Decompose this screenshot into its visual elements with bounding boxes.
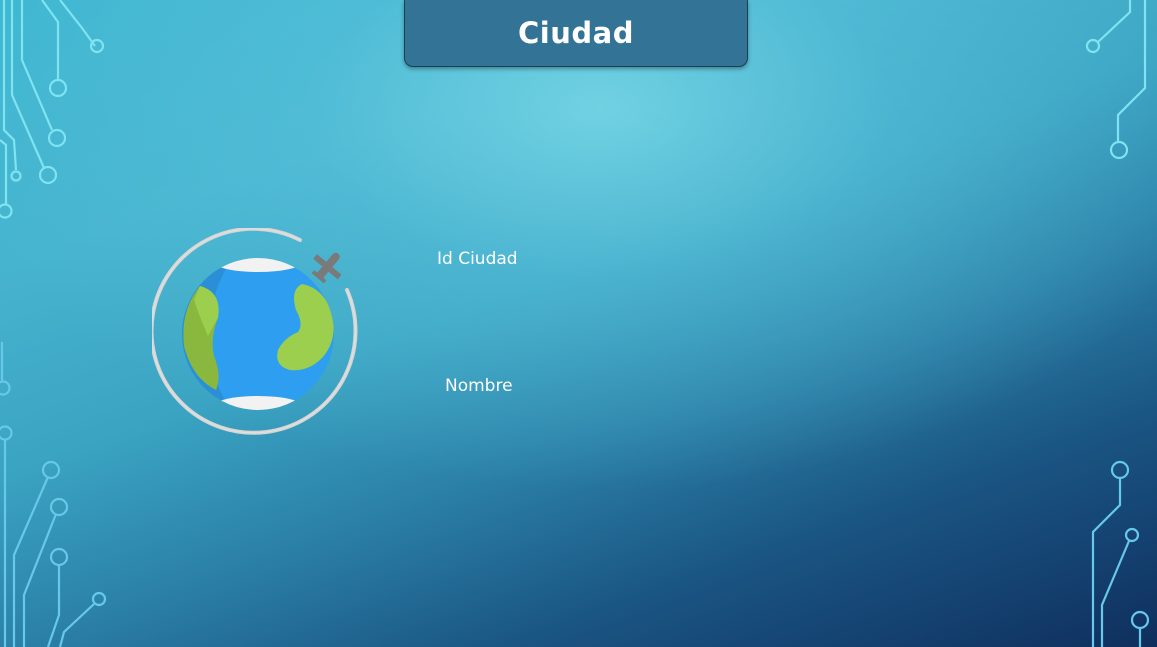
field-label-id-ciudad: Id Ciudad — [437, 249, 518, 269]
field-label-nombre: Nombre — [445, 376, 513, 396]
globe-icon — [152, 228, 358, 435]
title-banner: Ciudad — [404, 0, 748, 67]
page-title: Ciudad — [518, 16, 634, 50]
